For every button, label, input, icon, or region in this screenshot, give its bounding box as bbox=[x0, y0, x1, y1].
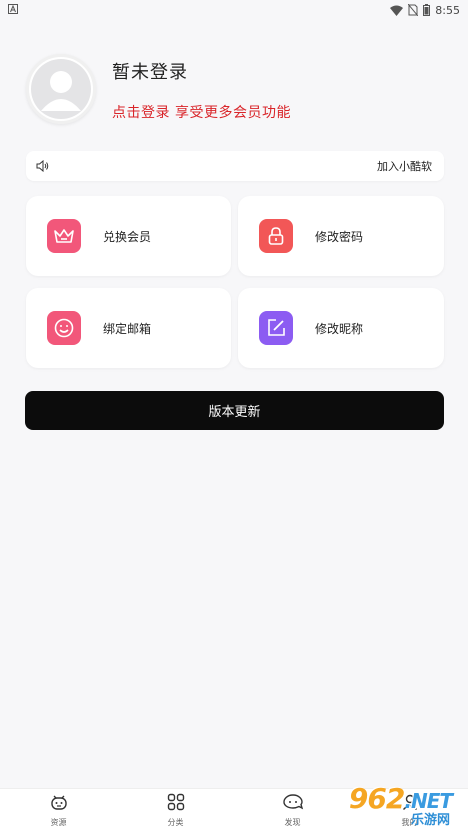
change-password-card[interactable]: 修改密码 bbox=[238, 196, 444, 276]
site-watermark: 962.NET 乐游网 bbox=[330, 782, 462, 828]
battery-icon bbox=[423, 4, 431, 16]
redeem-membership-label: 兑换会员 bbox=[103, 229, 152, 244]
a-letter-icon bbox=[8, 3, 18, 17]
login-status-title[interactable]: 暂未登录 bbox=[112, 58, 291, 84]
speaker-icon bbox=[36, 157, 49, 176]
tab-resources[interactable]: 资源 bbox=[0, 793, 117, 828]
tab-categories-label: 分类 bbox=[167, 818, 184, 827]
change-nickname-label: 修改昵称 bbox=[315, 321, 364, 336]
mascot-icon bbox=[50, 793, 68, 815]
profile-header[interactable]: 暂未登录 点击登录 享受更多会员功能 bbox=[26, 54, 446, 130]
bind-email-card[interactable]: 绑定邮箱 bbox=[26, 288, 231, 368]
redeem-membership-card[interactable]: 兑换会员 bbox=[26, 196, 231, 276]
tab-categories[interactable]: 分类 bbox=[117, 793, 234, 828]
grid-icon bbox=[167, 793, 185, 815]
change-nickname-card[interactable]: 修改昵称 bbox=[238, 288, 444, 368]
wifi-icon bbox=[390, 5, 404, 16]
notice-bar[interactable]: 加入小酷软 bbox=[26, 151, 444, 181]
no-sim-icon bbox=[408, 4, 419, 16]
tab-resources-label: 资源 bbox=[50, 818, 67, 827]
crown-icon bbox=[47, 219, 81, 253]
tab-discover-label: 发现 bbox=[284, 818, 301, 827]
login-prompt-link[interactable]: 点击登录 享受更多会员功能 bbox=[112, 102, 291, 122]
join-group-link[interactable]: 加入小酷软 bbox=[377, 158, 432, 174]
version-update-button[interactable]: 版本更新 bbox=[25, 391, 444, 430]
status-time: 8:55 bbox=[435, 3, 460, 17]
change-password-label: 修改密码 bbox=[315, 229, 364, 244]
default-avatar-icon bbox=[31, 59, 91, 119]
avatar[interactable] bbox=[26, 54, 96, 124]
smile-icon bbox=[47, 311, 81, 345]
lock-icon bbox=[259, 219, 293, 253]
watermark-number: 962 bbox=[348, 782, 405, 815]
edit-icon bbox=[259, 311, 293, 345]
bind-email-label: 绑定邮箱 bbox=[103, 321, 152, 336]
status-bar: 8:55 bbox=[0, 0, 468, 20]
watermark-site-name: 乐游网 bbox=[410, 813, 450, 828]
bubble-icon bbox=[282, 793, 304, 815]
